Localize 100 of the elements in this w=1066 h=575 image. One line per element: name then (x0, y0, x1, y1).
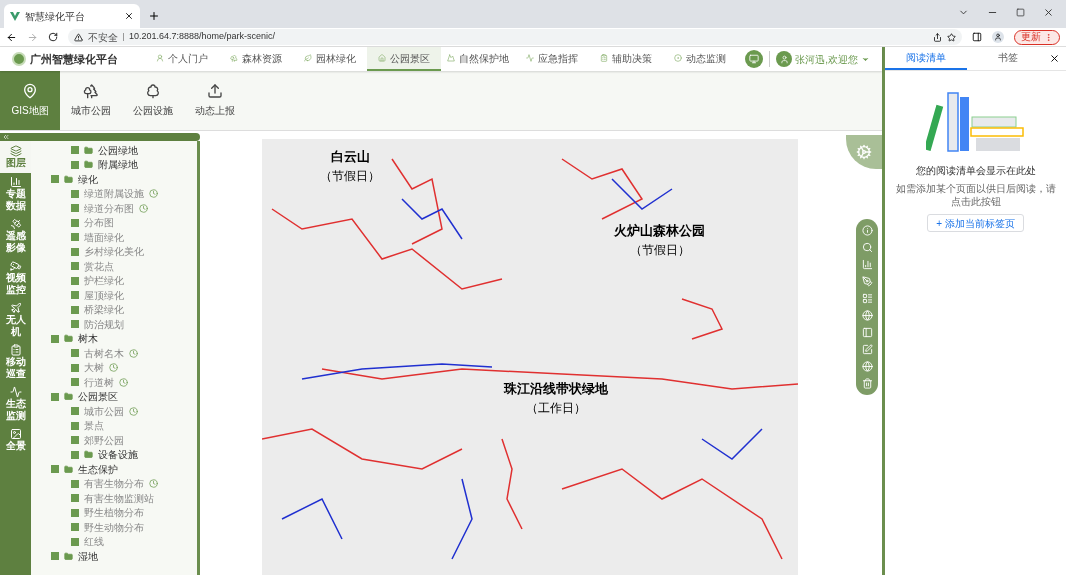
nav-tab[interactable]: 公园景区 (367, 47, 441, 71)
side-tab[interactable]: 遥感影像 (0, 215, 31, 257)
layer-label[interactable]: 郊野公园 (84, 432, 124, 448)
layer-label[interactable]: 红线 (84, 534, 104, 550)
subnav-tab[interactable]: 公园设施 (122, 71, 184, 130)
side-tab[interactable]: 全景 (0, 425, 31, 455)
layer-label[interactable]: 城市公园 (84, 403, 124, 419)
nav-tab[interactable]: 个人门户 (145, 47, 219, 71)
layer-checkbox[interactable] (71, 494, 79, 503)
layer-checkbox[interactable] (51, 552, 59, 561)
layer-label[interactable]: 绿道附属设施 (84, 186, 144, 202)
pen-icon[interactable] (861, 276, 873, 287)
layer-label[interactable]: 乡村绿化美化 (84, 244, 144, 260)
layer-label[interactable]: 附属绿地 (98, 157, 138, 173)
bookmark-star-icon[interactable] (947, 32, 956, 42)
layer-checkbox[interactable] (71, 276, 79, 285)
update-button[interactable]: 更新 (1014, 29, 1060, 45)
layer-checkbox[interactable] (71, 320, 79, 329)
user-avatar-icon[interactable] (776, 51, 793, 67)
layer-checkbox[interactable] (71, 218, 79, 227)
layer-checkbox[interactable] (71, 436, 79, 445)
layer-label[interactable]: 绿化 (78, 171, 98, 187)
add-tab-button[interactable]: + 添加当前标签页 (927, 214, 1024, 232)
panel-tab[interactable]: 书签 (967, 47, 1049, 70)
address-field[interactable]: 不安全 10.201.64.7:8888/home/park-scenic/ (68, 29, 962, 45)
monitor-button-icon[interactable] (745, 50, 764, 68)
subnav-tab[interactable]: 城市公园 (60, 71, 122, 130)
edit-icon[interactable] (861, 344, 873, 355)
layer-checkbox[interactable] (71, 349, 79, 358)
layer-checkbox[interactable] (71, 146, 79, 155)
layer-label[interactable]: 绿道分布图 (84, 200, 134, 216)
nav-tab[interactable]: 自然保护地 (441, 47, 515, 71)
new-tab-icon[interactable] (148, 10, 160, 22)
layer-checkbox[interactable] (71, 305, 79, 314)
layer-label[interactable]: 有害生物分布 (84, 476, 144, 492)
browser-tab[interactable]: 智慧绿化平台 (4, 4, 140, 28)
side-panel-icon[interactable] (972, 32, 982, 42)
layer-label[interactable]: 景点 (84, 418, 104, 434)
layer-checkbox[interactable] (71, 363, 79, 372)
layer-label[interactable]: 野生植物分布 (84, 505, 144, 521)
panel-tab[interactable]: 阅读清单 (885, 47, 967, 70)
layer-label[interactable]: 大树 (84, 360, 104, 376)
layer-label[interactable]: 墙面绿化 (84, 229, 124, 245)
nav-tab[interactable]: 森林资源 (219, 47, 293, 71)
layer-checkbox[interactable] (71, 233, 79, 242)
earth-icon[interactable] (861, 361, 873, 372)
map-settings-icon[interactable] (856, 144, 872, 160)
side-tab[interactable]: 视频监控 (0, 257, 31, 299)
maximize-icon[interactable] (1016, 8, 1025, 17)
more-icon[interactable] (1044, 32, 1053, 42)
layer-checkbox[interactable] (71, 247, 79, 256)
layer-label[interactable]: 公园景区 (78, 389, 118, 405)
side-tab[interactable]: 图层 (0, 141, 31, 173)
side-tab[interactable]: 生态监测 (0, 383, 31, 425)
side-tab[interactable]: 移动巡查 (0, 341, 31, 383)
layer-label[interactable]: 分布图 (84, 215, 114, 231)
globe-icon[interactable] (861, 310, 873, 321)
layer-checkbox[interactable] (71, 450, 79, 459)
layer-checkbox[interactable] (71, 189, 79, 198)
layer-checkbox[interactable] (51, 465, 59, 474)
forward-icon[interactable] (27, 31, 38, 43)
layer-checkbox[interactable] (71, 378, 79, 387)
layer-label[interactable]: 公园绿地 (98, 142, 138, 158)
layer-label[interactable]: 树木 (78, 331, 98, 347)
layer-checkbox[interactable] (71, 291, 79, 300)
layer-label[interactable]: 防治规划 (84, 316, 124, 332)
layer-label[interactable]: 屋顶绿化 (84, 287, 124, 303)
layer-checkbox[interactable] (71, 479, 79, 488)
table-icon[interactable] (861, 293, 873, 304)
collapse-icon[interactable] (2, 133, 10, 141)
nav-tab[interactable]: 应急指挥 (515, 47, 589, 71)
layer-label[interactable]: 有害生物监测站 (84, 490, 154, 506)
side-tab[interactable]: 无人机 (0, 299, 31, 341)
share-icon[interactable] (933, 32, 942, 42)
layer-label[interactable]: 行道树 (84, 374, 114, 390)
nav-tab[interactable]: 辅助决策 (589, 47, 663, 71)
subnav-tab[interactable]: 动态上报 (184, 71, 246, 130)
subnav-tab[interactable]: GIS地图 (0, 71, 60, 130)
bar-chart-icon[interactable] (861, 259, 873, 270)
layer-checkbox[interactable] (71, 407, 79, 416)
layer-checkbox[interactable] (71, 262, 79, 271)
close-window-icon[interactable] (1043, 7, 1054, 18)
layer-checkbox[interactable] (51, 392, 59, 401)
profile-avatar[interactable] (992, 31, 1004, 43)
layer-label[interactable]: 生态保护 (78, 461, 118, 477)
layer-checkbox[interactable] (71, 204, 79, 213)
nav-tab[interactable]: 动态监测 (663, 47, 737, 71)
info-icon[interactable] (861, 225, 873, 236)
close-panel-icon[interactable] (1049, 53, 1060, 64)
trash-icon[interactable] (861, 378, 873, 389)
layer-checkbox[interactable] (51, 334, 59, 343)
layer-checkbox[interactable] (51, 175, 59, 184)
layer-label[interactable]: 古树名木 (84, 345, 124, 361)
user-greeting[interactable]: 张河迅,欢迎您 (795, 51, 858, 67)
layer-label[interactable]: 桥梁绿化 (84, 302, 124, 318)
layer-checkbox[interactable] (71, 537, 79, 546)
side-tab[interactable]: 专题数据 (0, 173, 31, 215)
split-view-icon[interactable] (861, 327, 873, 338)
layer-label[interactable]: 护栏绿化 (84, 273, 124, 289)
close-icon[interactable] (124, 11, 134, 21)
